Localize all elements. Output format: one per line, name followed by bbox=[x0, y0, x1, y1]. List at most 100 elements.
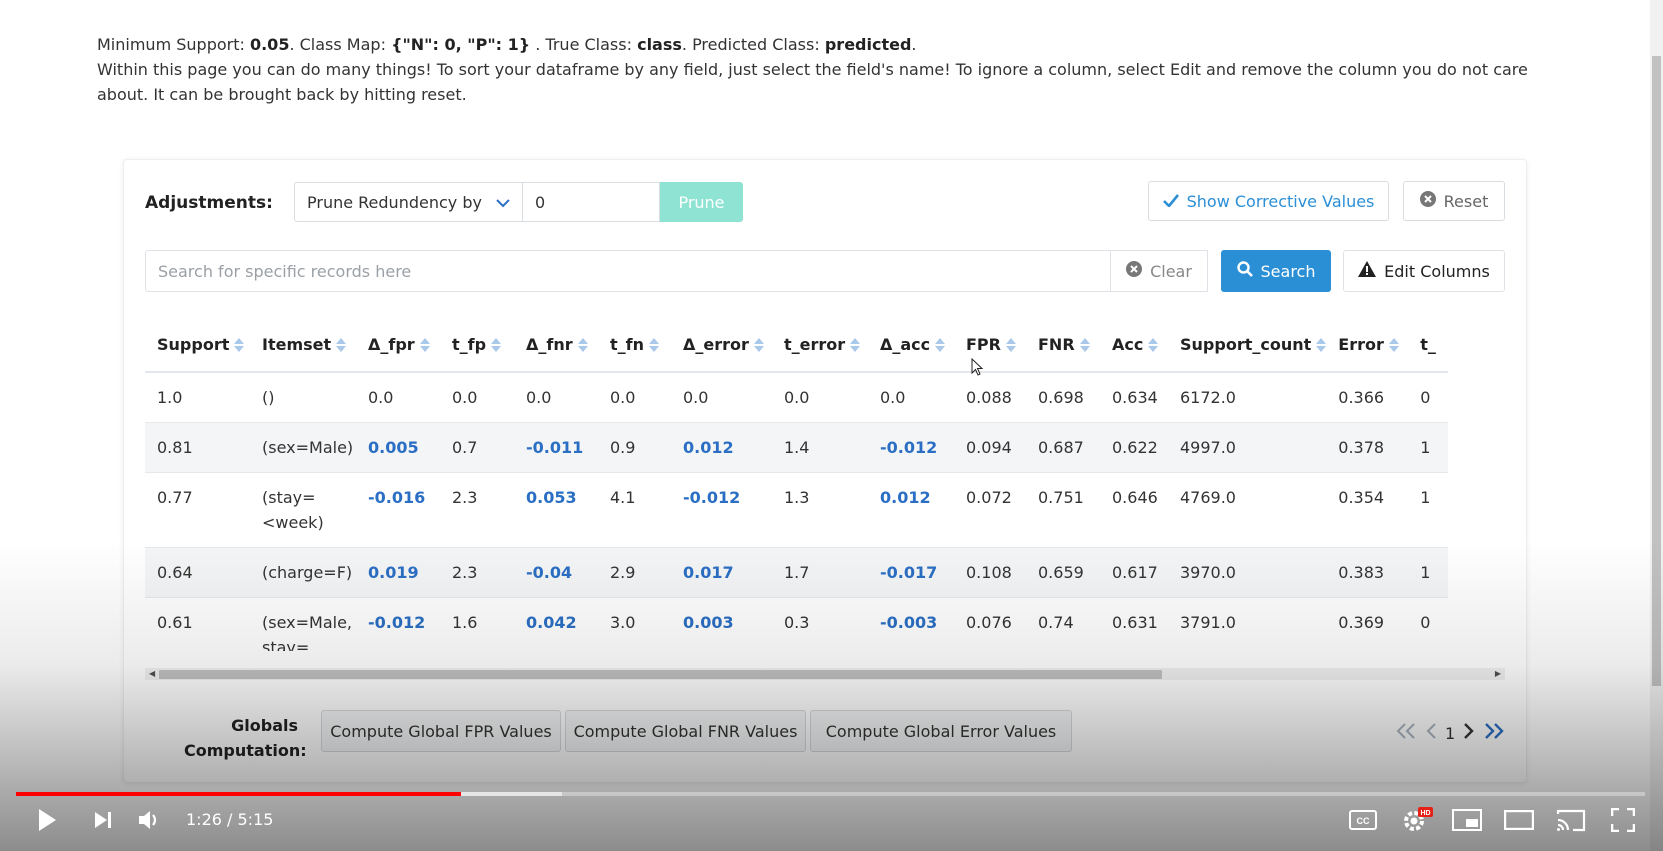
miniplayer-button[interactable] bbox=[1450, 805, 1484, 839]
column-header[interactable]: t_ bbox=[1408, 317, 1449, 373]
table-cell: 1 bbox=[1408, 547, 1449, 598]
column-header-label: FPR bbox=[966, 334, 1001, 354]
column-header[interactable]: Support bbox=[145, 317, 250, 373]
reset-button[interactable]: Reset bbox=[1403, 181, 1505, 221]
column-header[interactable]: Error bbox=[1326, 317, 1409, 373]
settings-button[interactable]: HD bbox=[1398, 805, 1436, 839]
column-header[interactable]: Δ_error bbox=[671, 317, 772, 373]
table-cell: (sex=Male,stay=<week) bbox=[250, 597, 356, 651]
table-cell: 0.072 bbox=[954, 472, 1026, 548]
sort-icon[interactable] bbox=[1005, 338, 1016, 352]
table-cell: 1 bbox=[1408, 472, 1449, 548]
compute-global-fnr-button[interactable]: Compute Global FNR Values bbox=[565, 710, 806, 752]
column-header[interactable]: FNR bbox=[1026, 317, 1100, 373]
table-cell: 0.687 bbox=[1026, 422, 1100, 473]
search-button[interactable]: Search bbox=[1221, 250, 1331, 292]
next-page-icon[interactable] bbox=[1463, 723, 1474, 743]
sort-icon[interactable] bbox=[336, 338, 347, 352]
sort-icon[interactable] bbox=[649, 338, 659, 352]
prune-select[interactable]: Prune Redundency by bbox=[294, 182, 523, 222]
column-header[interactable]: Δ_acc bbox=[868, 317, 954, 373]
sort-icon[interactable] bbox=[491, 338, 502, 352]
table-row[interactable]: 0.77 (stay= <week) -0.016 2.3 0.053 4.1 -0.012 1… bbox=[145, 472, 1449, 548]
column-header[interactable]: Δ_fnr bbox=[514, 317, 598, 373]
compute-global-error-button[interactable]: Compute Global Error Values bbox=[810, 710, 1072, 752]
sort-icon[interactable] bbox=[234, 338, 245, 352]
table-row[interactable]: 0.64 (charge=F) 0.019 2.3 -0.04 2.9 0.017 1.7 -0… bbox=[145, 547, 1449, 598]
sort-icon[interactable] bbox=[753, 338, 764, 352]
column-header[interactable]: Itemset bbox=[250, 317, 356, 373]
scrollbar-thumb[interactable] bbox=[159, 670, 1162, 679]
sort-icon[interactable] bbox=[1316, 338, 1327, 352]
close-circle-icon bbox=[1419, 191, 1436, 211]
column-header[interactable]: Acc bbox=[1100, 317, 1168, 373]
show-corrective-values-button[interactable]: Show Corrective Values bbox=[1148, 181, 1389, 221]
page-scrollbar-thumb[interactable] bbox=[1652, 56, 1661, 686]
search-input[interactable]: Search for specific records here bbox=[145, 250, 1111, 292]
sort-icon[interactable] bbox=[419, 338, 430, 352]
column-header[interactable]: t_fn bbox=[598, 317, 671, 373]
table-cell: (stay= <week) bbox=[250, 472, 356, 548]
last-page-icon[interactable] bbox=[1482, 723, 1504, 743]
cast-button[interactable] bbox=[1554, 805, 1588, 839]
next-video-button[interactable] bbox=[86, 805, 120, 839]
compute-global-fpr-button[interactable]: Compute Global FPR Values bbox=[321, 710, 561, 752]
video-played-bar bbox=[16, 792, 461, 796]
clear-button[interactable]: Clear bbox=[1110, 250, 1208, 292]
edit-columns-button[interactable]: Edit Columns bbox=[1343, 250, 1505, 292]
table-cell: -0.012 bbox=[356, 597, 440, 651]
prev-page-icon[interactable] bbox=[1426, 723, 1437, 743]
video-time: 1:26 / 5:15 bbox=[186, 810, 274, 829]
sort-icon[interactable] bbox=[1388, 338, 1399, 352]
sort-icon[interactable] bbox=[850, 338, 861, 352]
table-cell: 0.0 bbox=[772, 372, 868, 423]
prune-button[interactable]: Prune bbox=[660, 182, 743, 222]
horizontal-scrollbar[interactable]: ◀ ▶ bbox=[145, 668, 1505, 680]
table-cell: 2.3 bbox=[440, 472, 514, 548]
sort-icon[interactable] bbox=[935, 338, 946, 352]
table-cell: 4997.0 bbox=[1168, 422, 1327, 473]
table-cell: 0.81 bbox=[145, 422, 250, 473]
fullscreen-button[interactable] bbox=[1606, 805, 1640, 839]
table-cell: 6172.0 bbox=[1168, 372, 1327, 423]
sort-icon[interactable] bbox=[1148, 338, 1159, 352]
table-cell: (charge=F) bbox=[250, 547, 356, 598]
column-header[interactable]: Support_count bbox=[1168, 317, 1327, 373]
column-header-label: t_error bbox=[784, 334, 846, 354]
table-row[interactable]: 1.0() 0.0 0.0 0.0 0.0 0.0 0.0 0.0 0.088 0.698 0.63… bbox=[145, 372, 1449, 423]
first-page-icon[interactable] bbox=[1396, 723, 1418, 743]
scroll-left-icon[interactable]: ◀ bbox=[149, 668, 155, 680]
prune-value-input[interactable]: 0 bbox=[523, 182, 660, 222]
play-button[interactable] bbox=[30, 805, 64, 839]
video-progress-bar[interactable] bbox=[16, 792, 1645, 796]
column-header-label: Δ_error bbox=[683, 334, 749, 354]
volume-button[interactable] bbox=[133, 805, 167, 839]
play-icon bbox=[37, 808, 57, 836]
table-row[interactable]: 0.81 (sex=Male) 0.005 0.7 -0.011 0.9 0.012 1.4-… bbox=[145, 422, 1449, 473]
table-row[interactable]: 0.61(sex=Male,stay=<week)-0.0121.60.0423… bbox=[145, 597, 1449, 651]
table-cell: 0.088 bbox=[954, 372, 1026, 423]
page-vertical-scrollbar[interactable] bbox=[1650, 0, 1663, 851]
table-cell: 3791.0 bbox=[1168, 597, 1327, 651]
sort-icon[interactable] bbox=[577, 338, 588, 352]
table-header-row: Support Itemset Δ_fpr t_fp Δ_fnr t_fn Δ_error t… bbox=[145, 317, 1449, 373]
check-icon bbox=[1162, 192, 1179, 211]
column-header[interactable]: Δ_fpr bbox=[356, 317, 440, 373]
table-cell: 0.7 bbox=[440, 422, 514, 473]
sort-icon[interactable] bbox=[1079, 338, 1090, 352]
column-header[interactable]: t_error bbox=[772, 317, 868, 373]
captions-icon: CC bbox=[1349, 810, 1377, 834]
table-cell: 2.9 bbox=[598, 547, 671, 598]
table-cell: (sex=Male) bbox=[250, 422, 356, 473]
column-header[interactable]: t_fp bbox=[440, 317, 514, 373]
intro-description: Within this page you can do many things!… bbox=[97, 60, 1528, 104]
results-card: Adjustments: Prune Redundency by 0 Prune… bbox=[123, 159, 1527, 783]
results-table: Support Itemset Δ_fpr t_fp Δ_fnr t_fn Δ_error t… bbox=[145, 317, 1449, 651]
theater-mode-button[interactable] bbox=[1502, 805, 1536, 839]
captions-button[interactable]: CC bbox=[1346, 805, 1380, 839]
scroll-right-icon[interactable]: ▶ bbox=[1495, 668, 1501, 680]
column-header[interactable]: FPR bbox=[954, 317, 1026, 373]
table-cell: -0.012 bbox=[868, 422, 954, 473]
table-cell: 0.005 bbox=[356, 422, 440, 473]
column-header-label: Itemset bbox=[262, 334, 332, 354]
